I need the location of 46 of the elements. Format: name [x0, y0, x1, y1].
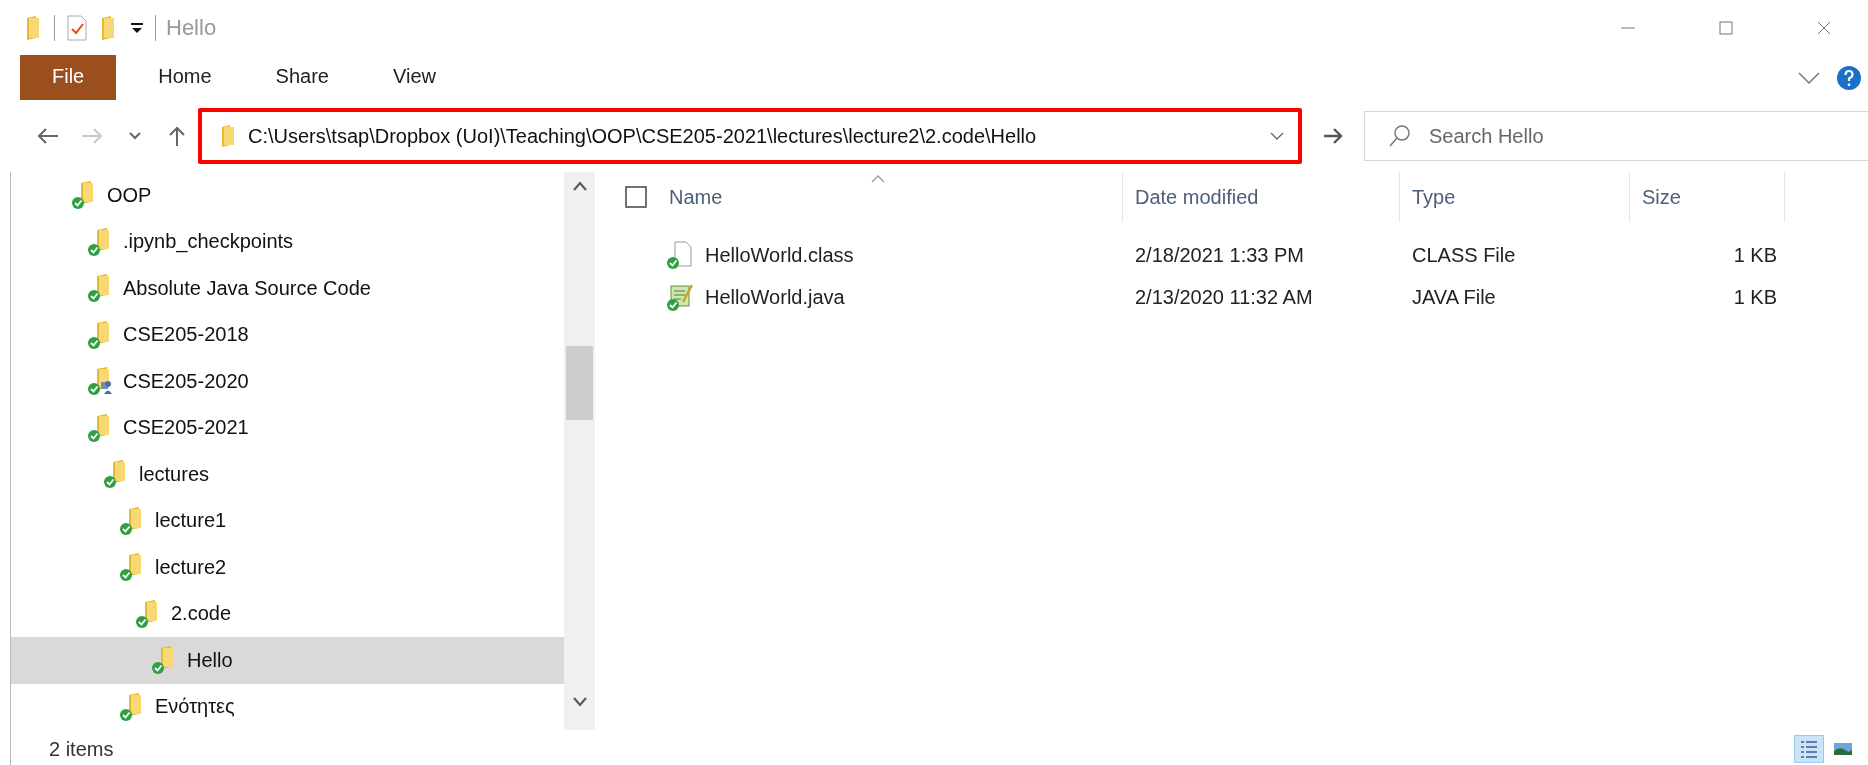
scroll-down-icon[interactable]: [571, 696, 588, 708]
column-header[interactable]: Size: [1630, 172, 1785, 222]
details-view-button[interactable]: [1794, 735, 1824, 763]
expand-ribbon-icon[interactable]: [1798, 70, 1820, 85]
item-count: 2 items: [49, 737, 114, 761]
tree-item[interactable]: Hello: [11, 637, 564, 684]
column-header[interactable]: Date modified: [1123, 172, 1400, 222]
tree-item[interactable]: CSE205-2021: [11, 404, 564, 451]
search-icon: [1389, 124, 1411, 148]
sort-ascending-icon: [870, 174, 885, 183]
tree-item[interactable]: Ενότητες: [11, 683, 564, 730]
dropdown-icon[interactable]: [1270, 131, 1284, 141]
table-cell: JAVA File: [1412, 285, 1496, 309]
file-name[interactable]: HelloWorld.class: [705, 243, 854, 267]
close-icon[interactable]: [1816, 19, 1832, 36]
tree-item[interactable]: OOP: [11, 172, 564, 219]
address-bar[interactable]: C:\Users\tsap\Dropbox (UoI)\Teaching\OOP\CSE205-2021\lectures\lecture2\2.code\Hello: [198, 108, 1302, 164]
properties-icon[interactable]: [65, 13, 89, 42]
go-arrow-icon[interactable]: [1322, 126, 1344, 146]
table-cell: 1 KB: [1733, 243, 1777, 267]
tree-item[interactable]: 2.code: [11, 590, 564, 637]
scrollbar-thumb[interactable]: [566, 346, 593, 420]
file-name[interactable]: HelloWorld.java: [705, 285, 845, 309]
select-all-checkbox[interactable]: [625, 186, 647, 208]
list-lines-icon: [1798, 738, 1820, 760]
scroll-up-icon[interactable]: [571, 180, 588, 192]
tree-item[interactable]: lecture2: [11, 544, 564, 591]
column-header[interactable]: Type: [1400, 172, 1630, 222]
table-cell: 2/18/2021 1:33 PM: [1135, 243, 1304, 267]
ribbon-tab[interactable]: View: [364, 55, 464, 100]
table-cell: 1 KB: [1733, 285, 1777, 309]
search-field[interactable]: Search Hello: [1364, 111, 1868, 161]
table-cell: 2/13/2020 11:32 AM: [1135, 285, 1313, 309]
column-header[interactable]: Name: [657, 172, 1123, 222]
tree-item[interactable]: .ipynb_checkpoints: [11, 218, 564, 265]
tree-item[interactable]: CSE205-2018: [11, 311, 564, 358]
tree-item[interactable]: lectures: [11, 451, 564, 498]
ribbon-tab[interactable]: Home: [130, 55, 240, 100]
tree-item[interactable]: lecture1: [11, 497, 564, 544]
window-title: Hello: [166, 14, 217, 41]
file-menu-tab[interactable]: File: [20, 55, 117, 100]
tree-item[interactable]: Absolute Java Source Code: [11, 265, 564, 312]
tree-item[interactable]: CSE205-2020: [11, 358, 564, 405]
ribbon-tab[interactable]: Share: [247, 55, 357, 100]
help-icon[interactable]: [1836, 64, 1862, 91]
table-cell: CLASS File: [1412, 243, 1516, 267]
